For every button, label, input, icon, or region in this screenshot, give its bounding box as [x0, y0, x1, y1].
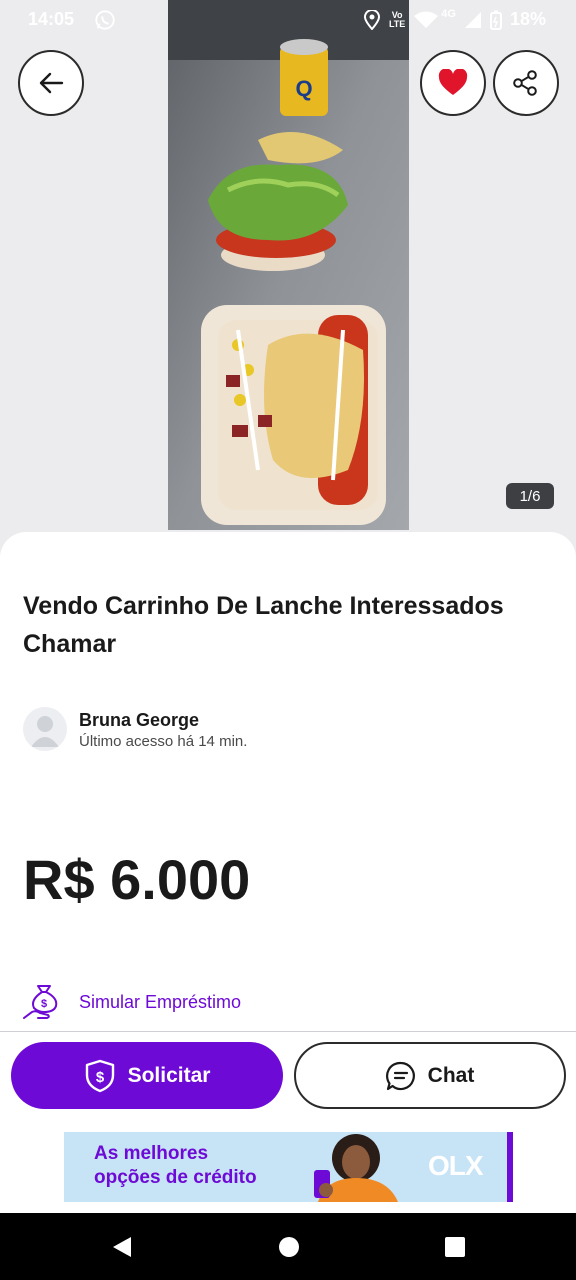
signal-icon	[464, 11, 481, 28]
chat-button-label: Chat	[427, 1063, 475, 1087]
svg-text:$: $	[41, 998, 47, 1010]
chat-button[interactable]: Chat	[294, 1042, 566, 1109]
triangle-back-icon	[113, 1237, 131, 1257]
circle-home-icon	[279, 1237, 299, 1257]
divider	[0, 1031, 576, 1032]
banner-headline: As melhores opções de crédito	[94, 1142, 257, 1190]
network-type: 4G	[441, 8, 456, 20]
status-icons: Vo LTE 4G 18%	[363, 9, 546, 30]
simulate-loan-link[interactable]: Simular Empréstimo	[79, 992, 241, 1013]
battery-icon	[489, 10, 502, 30]
location-icon	[363, 9, 380, 30]
woman-with-phone-image	[314, 1134, 398, 1202]
battery-level: 18%	[509, 9, 546, 29]
banner-accent-stripe	[507, 1132, 513, 1202]
banner-line-1: As melhores	[94, 1143, 209, 1164]
whatsapp-icon	[95, 10, 115, 30]
seller-name[interactable]: Bruna George	[79, 710, 199, 731]
listing-title: Vendo Carrinho De Lanche Interessados Ch…	[23, 592, 504, 658]
listing-price: R$ 6.000	[23, 848, 251, 911]
nav-recents-button[interactable]	[441, 1233, 469, 1261]
banner-line-2: opções de crédito	[94, 1167, 257, 1188]
chat-bubble-icon	[385, 1061, 415, 1090]
nav-home-button[interactable]	[275, 1233, 303, 1261]
seller-last-seen: Último acesso há 14 min.	[79, 733, 248, 750]
status-bar: 14:05 Vo LTE 4G 18%	[0, 0, 576, 40]
share-icon	[513, 70, 537, 96]
square-recents-icon	[445, 1237, 465, 1257]
nav-back-button[interactable]	[108, 1233, 136, 1261]
svg-text:Q: Q	[295, 76, 312, 101]
wifi-icon	[414, 11, 439, 28]
money-bag-hand-icon[interactable]: $	[22, 980, 66, 1024]
system-nav-bar	[0, 1213, 576, 1280]
svg-text:$: $	[95, 1069, 104, 1086]
request-button-label: Solicitar	[127, 1063, 211, 1087]
back-button[interactable]	[18, 50, 84, 116]
status-time: 14:05	[28, 9, 75, 29]
volte-bottom: LTE	[388, 18, 406, 29]
heart-icon	[438, 69, 468, 95]
listing-details: Vendo Carrinho De Lanche Interessados Ch…	[0, 532, 576, 1032]
user-placeholder-icon	[31, 716, 59, 747]
avatar[interactable]	[23, 707, 67, 751]
share-button[interactable]	[493, 50, 559, 116]
request-button[interactable]: $ Solicitar	[11, 1042, 283, 1109]
favorite-button[interactable]	[420, 50, 486, 116]
listing-photo[interactable]: Q	[168, 0, 409, 530]
photo-gallery[interactable]: Q	[0, 0, 576, 560]
shield-dollar-icon: $	[85, 1059, 114, 1092]
volte-indicator: Vo LTE	[388, 10, 406, 29]
arrow-left-icon	[39, 72, 64, 94]
photo-counter: 1/6	[506, 483, 554, 509]
credit-ad-banner[interactable]: As melhores opções de crédito OLX	[64, 1132, 513, 1202]
olx-logo: OLX	[428, 1150, 484, 1181]
food-photo-illustration: Q	[168, 0, 409, 530]
